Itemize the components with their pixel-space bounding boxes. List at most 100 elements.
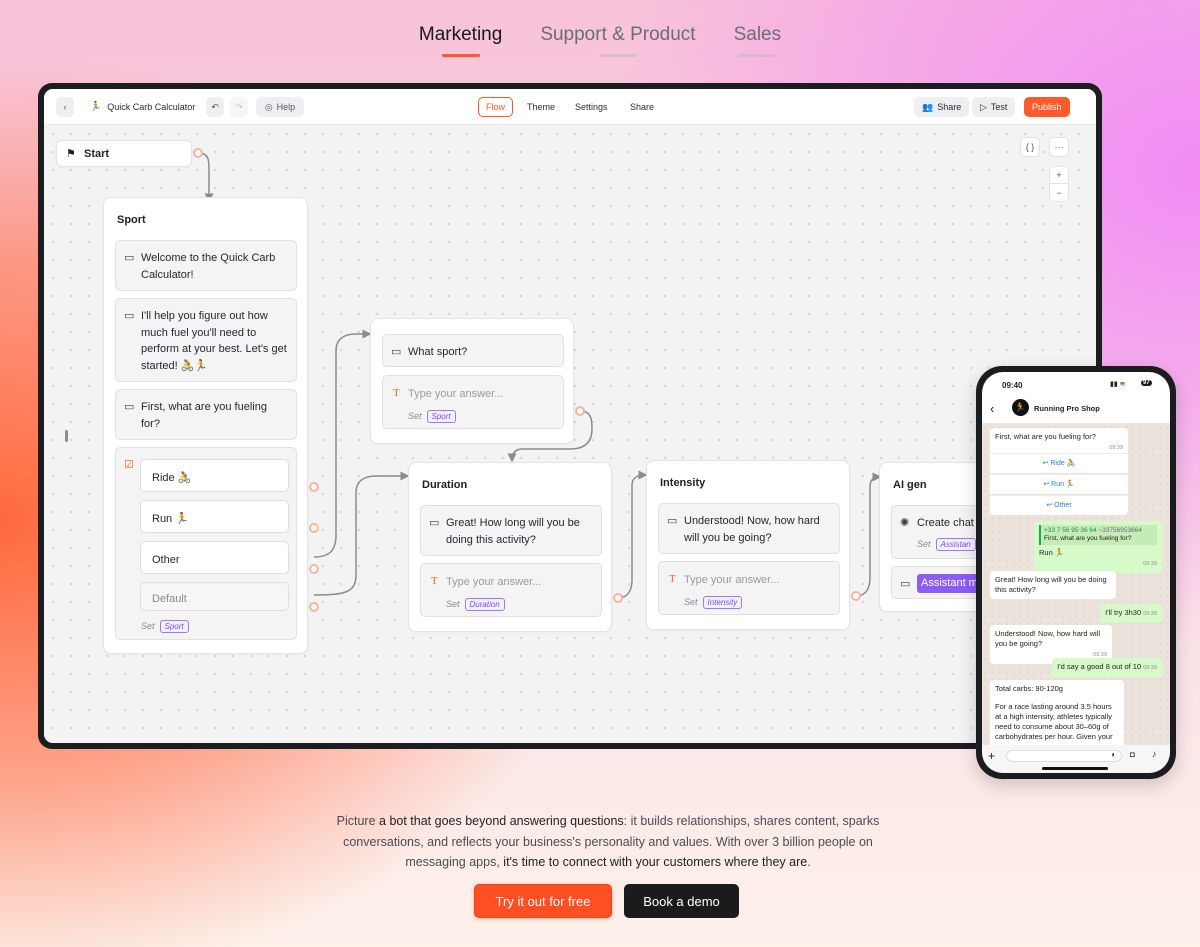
choice-run[interactable]: Run 🏃 [140, 500, 289, 533]
quick-reply-ride[interactable]: ↩ Ride 🚴 [990, 453, 1128, 473]
clock: 09:40 [1002, 381, 1023, 390]
text-bubble-block[interactable]: ▭ Great! How long will you be doing this … [420, 505, 602, 556]
text-bubble-block[interactable]: ▭ What sport? [382, 334, 564, 367]
choice-other-handle[interactable] [309, 564, 319, 574]
phone-mockup: 09:40 ▮▮ ≋ 97 ‹ 🏃 Running Pro Shop First… [976, 366, 1176, 779]
undo-button[interactable]: ↶ [206, 97, 224, 117]
solution-tabs: Marketing Support & Product Sales [0, 24, 1200, 58]
outgoing-message: I'd say a good 8 out of 10 09:39 [1052, 658, 1162, 677]
group-title: Intensity [660, 477, 706, 489]
nav-share[interactable]: Share [623, 97, 661, 117]
share-button[interactable]: 👥 Share [914, 97, 970, 117]
group-what-sport[interactable]: ▭ What sport? T Type your answer... Set Sp… [370, 318, 574, 444]
value-proposition: Picture a bot that goes beyond answering… [330, 811, 886, 873]
test-button[interactable]: ▷ Test [972, 97, 1016, 117]
choice-other[interactable]: Other [140, 541, 289, 574]
camera-icon[interactable]: ◘ [1130, 750, 1135, 759]
flow-canvas[interactable]: { } ··· + − ⚑ Start Sport ▭ Welcome to th… [44, 125, 1096, 743]
start-output-handle[interactable] [193, 148, 203, 158]
message-text: What sport? [408, 346, 468, 358]
set-label: Set [408, 411, 422, 421]
publish-label: Publish [1032, 102, 1062, 112]
tab-sales[interactable]: Sales [733, 24, 782, 58]
incoming-message: Great! How long will you be doing this a… [990, 571, 1116, 599]
book-demo-button[interactable]: Book a demo [624, 884, 739, 918]
duration-output-handle[interactable] [613, 593, 623, 603]
chat-thread[interactable]: First, what are you fueling for? 09:39 ↩ … [982, 424, 1170, 750]
assistant-variable-chip[interactable]: Assistant m [917, 574, 982, 593]
message-time: 09:39 [1143, 561, 1157, 567]
nav-theme[interactable]: Theme [520, 97, 562, 117]
text-bubble-block[interactable]: ▭ Understood! Now, how hard will you be g… [658, 503, 840, 554]
quoted-message: +33 7 56 95 36 64 ~33756953664 First, wh… [1039, 525, 1157, 545]
redo-button[interactable]: ↷ [230, 97, 248, 117]
start-node[interactable]: ⚑ Start [56, 140, 192, 167]
tab-marketing[interactable]: Marketing [419, 24, 502, 58]
message-icon: ▭ [124, 401, 135, 413]
choice-ride-handle[interactable] [309, 482, 319, 492]
avatar[interactable]: 🏃 [1012, 399, 1029, 416]
tab-underline [738, 54, 777, 57]
set-label: Set [141, 621, 155, 631]
editor-topbar: ‹ 🏃 Quick Carb Calculator ↶ ↷ ◎ Help Flow … [44, 89, 1096, 125]
set-label: Set [446, 599, 460, 609]
help-button[interactable]: ◎ Help [256, 97, 304, 117]
message-text: First, what are you fueling for? [995, 432, 1096, 441]
choice-default[interactable]: Default [140, 582, 289, 611]
message-text: I'll try 3h30 [1105, 608, 1142, 617]
nav-flow[interactable]: Flow [478, 97, 514, 117]
plus-icon[interactable]: + [988, 749, 995, 763]
text-input-block[interactable]: T Type your answer... Set Sport [382, 375, 564, 429]
buttons-input-block[interactable]: ☑ Ride 🚴 Run 🏃 Other Default Set Sport [115, 447, 297, 640]
bot-title[interactable]: 🏃 Quick Carb Calculator [90, 101, 195, 112]
variable-pill[interactable]: Sport [159, 619, 189, 633]
quick-reply-run[interactable]: ↩ Run 🏃 [990, 474, 1128, 494]
nav-settings[interactable]: Settings [568, 97, 615, 117]
tab-label: Sales [733, 24, 782, 45]
group-intensity[interactable]: Intensity ▭ Understood! Now, how hard wil… [646, 460, 850, 630]
choice-run-handle[interactable] [309, 523, 319, 533]
message-text: Run 🏃 [1039, 548, 1065, 557]
para-emphasis: it's time to connect with your customers… [503, 855, 808, 869]
undo-icon: ↶ [211, 101, 219, 112]
text-bubble-block[interactable]: ▭ Welcome to the Quick Carb Calculator! [115, 240, 297, 291]
quick-reply-other[interactable]: ↩ Other [990, 495, 1128, 515]
back-button[interactable]: ‹ [56, 97, 74, 117]
quote-sender-alt: ~33756953664 [1098, 527, 1142, 534]
text-input-icon: T [669, 573, 676, 585]
publish-button[interactable]: Publish [1024, 97, 1070, 117]
group-sport[interactable]: Sport ▭ Welcome to the Quick Carb Calcula… [103, 197, 308, 654]
variable-pill[interactable]: Assistan [935, 537, 976, 551]
composer-bar: + ◑ ◘ ♪ [982, 745, 1170, 773]
intensity-output-handle[interactable] [851, 591, 861, 601]
start-label: Start [84, 148, 110, 160]
group-duration[interactable]: Duration ▭ Great! How long will you be do… [408, 462, 612, 632]
contact-name[interactable]: Running Pro Shop [1034, 404, 1100, 413]
choice-ride[interactable]: Ride 🚴 [140, 459, 289, 492]
message-input[interactable] [1006, 750, 1122, 762]
tab-support-product[interactable]: Support & Product [540, 24, 696, 58]
text-input-block[interactable]: T Type your answer... Set Duration [420, 563, 602, 617]
reply-icon: ↩ [1043, 481, 1052, 488]
help-icon: ◎ [264, 101, 273, 112]
option-label: Ride 🚴 [1050, 460, 1076, 467]
variable-pill[interactable]: Sport [426, 409, 456, 423]
text-bubble-block[interactable]: ▭ First, what are you fueling for? [115, 389, 297, 440]
back-chevron-icon[interactable]: ‹ [990, 401, 994, 416]
microphone-icon[interactable]: ♪ [1152, 749, 1157, 759]
reply-icon: ↩ [1046, 502, 1055, 509]
message-time: 09:39 [1143, 611, 1157, 617]
variable-pill[interactable]: Intensity [702, 595, 743, 609]
sticker-icon[interactable]: ◑ [1110, 750, 1115, 759]
users-icon: 👥 [922, 101, 934, 112]
what-sport-output-handle[interactable] [575, 406, 585, 416]
checkbox-icon: ☑ [124, 459, 134, 471]
incoming-message: First, what are you fueling for? 09:39 [990, 428, 1128, 453]
message-text: Understood! Now, how hard will you be go… [684, 515, 820, 544]
text-bubble-block[interactable]: ▭ I'll help you figure out how much fuel … [115, 298, 297, 382]
choice-default-handle[interactable] [309, 602, 319, 612]
text-input-block[interactable]: T Type your answer... Set Intensity [658, 561, 840, 615]
try-free-button[interactable]: Try it out for free [474, 884, 612, 918]
option-label: Other [1054, 502, 1072, 509]
variable-pill[interactable]: Duration [464, 597, 505, 611]
